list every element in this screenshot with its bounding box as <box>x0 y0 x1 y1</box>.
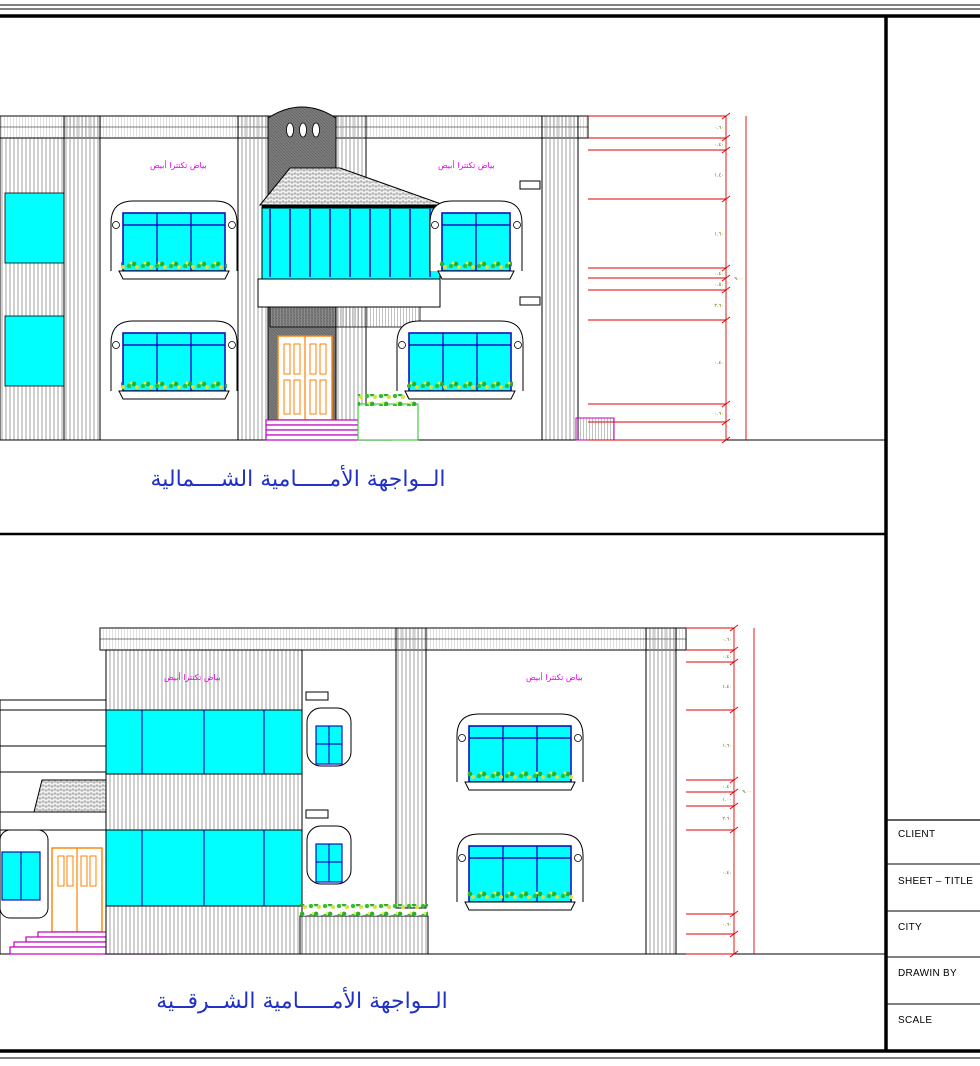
dimension-label: ٠.٤٠ <box>722 870 732 876</box>
dimension-label: ١.٦٠ <box>722 743 732 749</box>
planter-box <box>404 390 516 400</box>
planter-box <box>437 270 515 280</box>
east-wall-note-right: بياض تكتترا أبيض <box>526 672 583 682</box>
city-label: CITY <box>898 922 922 933</box>
window <box>396 320 524 400</box>
window-ornament <box>431 221 439 229</box>
left-tower <box>0 137 65 441</box>
planter-box <box>464 781 576 791</box>
planter-plants <box>121 259 227 271</box>
dimension-label: ٠.٦٠ <box>714 125 724 131</box>
dimension-label: ٠.٤٠ <box>714 360 724 366</box>
scale-label: SCALE <box>898 1015 932 1026</box>
north-dimension-chain: ٠.٦٠ ٠.٤٠ ١.٤٠ ١.٦٠ ٠.٤٠ ٠.٥٠ ٢.٦٠ ٠.٤٠ ٠.٦٠ ٩.٠٠ <box>588 112 747 444</box>
planter-plants <box>440 259 512 271</box>
planter-plants <box>467 890 573 902</box>
drawing-sheet: CLIENT SHEET – TITLE CITY DRAWIN BY SCAL… <box>0 4 980 1059</box>
north-wall-note-left: بياض تكتترا أبيض <box>150 160 207 170</box>
window-ornament <box>458 734 466 742</box>
window <box>456 713 584 791</box>
dimension-label: ٠.٤٠ <box>722 784 732 790</box>
dimension-label: ٠.٦٠ <box>722 637 732 643</box>
window-ornament <box>513 221 521 229</box>
sheet-title-label: SHEET – TITLE <box>898 876 973 887</box>
north-elevation-title: الــواجهة الأمـــــامية الشــــمالية <box>150 465 445 492</box>
dimension-label: ١.٤٠ <box>722 684 732 690</box>
dimension-label: ٢.٦٠ <box>714 303 724 309</box>
planter-plants <box>121 379 227 391</box>
dimension-label: ٠.٦٠ <box>722 922 732 928</box>
dimension-label: ٠.٤٠ <box>722 654 732 660</box>
planter-box <box>118 270 230 280</box>
dimension-label: ١.٦٠ <box>714 232 724 238</box>
dimension-label: ٠.٤٠ <box>714 142 724 148</box>
east-elevation: بياض تكتترا أبيض بياض تكتترا أبيض ٠.٦٠٠.… <box>0 624 886 1014</box>
drawn-by-label: DRAWIN BY <box>898 968 957 979</box>
planter-plants <box>407 379 513 391</box>
window <box>110 320 238 400</box>
east-dimension-chain: ٠.٦٠ ٠.٤٠ ١.٤٠ ١.٦٠ ٠.٤٠ ١.٠٠ ٢.٦٠ ٠.٤٠ ٠.٦٠ ٩.٠٠ <box>686 624 755 958</box>
dimension-label: ٠.٥٠ <box>714 282 724 288</box>
window <box>429 200 523 280</box>
window <box>110 200 238 280</box>
window <box>456 833 584 911</box>
dimension-label: ١.٠٠ <box>722 797 732 803</box>
window-ornament <box>398 341 406 349</box>
east-wall-note-left: بياض تكتترا أبيض <box>164 672 221 682</box>
window-ornament <box>228 221 236 229</box>
title-block: CLIENT SHEET – TITLE CITY DRAWIN BY SCAL… <box>886 819 980 1026</box>
planter-box <box>118 390 230 400</box>
dimension-label: ٢.٦٠ <box>722 816 732 822</box>
overall-dimension-label: ٩.٠٠ <box>742 789 752 795</box>
planter-box <box>464 901 576 911</box>
dimension-label: ٠.٦٠ <box>714 411 724 417</box>
window-ornament <box>112 221 120 229</box>
window-ornament <box>574 854 582 862</box>
client-label: CLIENT <box>898 829 935 840</box>
window-ornament <box>228 341 236 349</box>
north-wall-note-right: بياض تكتترا أبيض <box>438 160 495 170</box>
east-elevation-title: الــواجهة الأمـــــامية الشــرقــية <box>156 987 448 1014</box>
window-ornament <box>112 341 120 349</box>
overall-dimension-label: ٩.٠٠ <box>734 276 744 282</box>
dimension-label: ٠.٤٠ <box>714 271 724 277</box>
window-ornament <box>458 854 466 862</box>
window-ornament <box>514 341 522 349</box>
north-elevation: بياض تكتترا أبيض بياض تكتترا أبيض ٠.٦٠٠.… <box>0 106 886 492</box>
dimension-label: ١.٤٠ <box>714 173 724 179</box>
window-ornament <box>574 734 582 742</box>
planter-plants <box>467 770 573 782</box>
